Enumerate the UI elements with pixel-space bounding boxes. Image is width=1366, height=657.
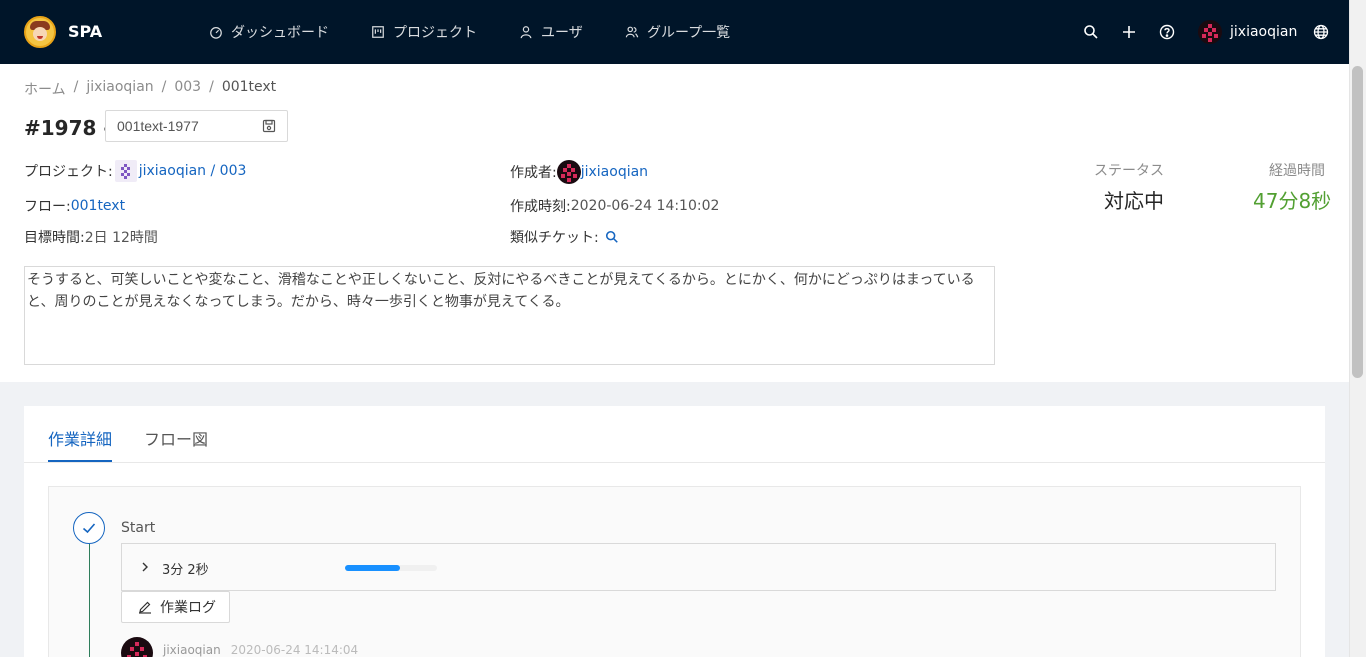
target-time-value: 2日 12時間 xyxy=(84,230,158,246)
created-value: 2020-06-24 14:10:02 xyxy=(570,198,720,214)
search-icon[interactable] xyxy=(605,230,619,244)
target-time-label: 目標時間: xyxy=(24,230,85,246)
breadcrumb: ホーム / jixiaoqian/ 003/ 001text xyxy=(24,79,277,99)
work-tabs-card: 作業詳細 フロー図 Start 3分 2秒 作業ログ jixiaoqian 20… xyxy=(24,406,1325,657)
chevron-right-icon xyxy=(142,562,148,572)
tab-bar: 作業詳細 フロー図 xyxy=(24,406,1325,463)
breadcrumb-project[interactable]: 003 xyxy=(174,79,201,99)
user-menu[interactable]: jixiaoqian xyxy=(1198,20,1297,44)
help-button[interactable] xyxy=(1157,22,1177,42)
tab-flow-diagram[interactable]: フロー図 xyxy=(144,426,208,450)
description-textarea[interactable]: そうすると、可笑しいことや変なこと、滑稽なことや正しくないこと、反対にやるべきこ… xyxy=(24,266,995,365)
workflow-steps: Start 3分 2秒 作業ログ jixiaoqian 2020-06-24 1… xyxy=(48,486,1301,657)
ticket-title-input[interactable] xyxy=(105,110,288,142)
project-icon xyxy=(372,26,384,38)
status-value: 対応中 xyxy=(1104,189,1164,213)
brand-name[interactable]: SPA xyxy=(68,22,102,41)
nav-group-label: グループ一覧 xyxy=(647,25,731,41)
nav-user[interactable]: ユーザ xyxy=(519,22,583,42)
flow-link[interactable]: 001text xyxy=(71,198,125,214)
log-entry: jixiaoqian 2020-06-24 14:14:04 xyxy=(121,637,358,657)
nav-project-label: プロジェクト xyxy=(393,25,477,41)
log-avatar xyxy=(121,637,153,657)
edit-icon xyxy=(139,601,151,614)
similar-tickets-label: 類似チケット: xyxy=(510,230,599,246)
nav-group[interactable]: グループ一覧 xyxy=(625,22,730,42)
author-field: 作成者: jixiaoqian xyxy=(510,160,648,184)
created-label: 作成時刻: xyxy=(510,199,571,215)
step-progress-bar xyxy=(345,565,437,571)
project-label: プロジェクト: xyxy=(24,164,113,180)
similar-tickets-field: 類似チケット: xyxy=(510,227,619,247)
author-avatar xyxy=(556,160,581,184)
add-button[interactable] xyxy=(1119,22,1139,42)
avatar xyxy=(1198,20,1222,44)
flow-label: フロー: xyxy=(24,199,71,215)
page-scrollbar[interactable] xyxy=(1349,0,1366,657)
breadcrumb-user[interactable]: jixiaoqian xyxy=(86,79,153,99)
author-label: 作成者: xyxy=(510,165,557,181)
active-tab-indicator xyxy=(48,460,112,462)
step-title: Start xyxy=(121,520,156,536)
help-icon xyxy=(1159,24,1175,40)
app-logo[interactable] xyxy=(24,16,56,48)
scrollbar-thumb[interactable] xyxy=(1352,66,1363,378)
user-icon xyxy=(520,26,532,39)
group-icon xyxy=(625,26,639,38)
status-label: ステータス xyxy=(1094,163,1164,179)
step-progress-fill xyxy=(345,565,401,571)
language-button[interactable] xyxy=(1311,22,1331,42)
nav-dashboard-label: ダッシュボード xyxy=(231,25,329,41)
ticket-detail-panel: ホーム/ jixiaoqian/ 003/ 001text #1978 - プロ… xyxy=(0,64,1349,382)
created-field: 作成時刻: 2020-06-24 14:10:02 xyxy=(510,196,719,216)
step-duration: 3分 2秒 xyxy=(162,563,209,578)
search-button[interactable] xyxy=(1081,22,1101,42)
breadcrumb-current: 001text xyxy=(221,79,277,95)
check-icon xyxy=(82,523,96,534)
globe-icon xyxy=(1313,24,1329,40)
project-link[interactable]: jixiaoqian / 003 xyxy=(139,163,247,179)
project-avatar-icon xyxy=(114,160,137,182)
nav-user-label: ユーザ xyxy=(541,25,583,41)
log-user[interactable]: jixiaoqian xyxy=(163,643,221,657)
search-icon xyxy=(1084,25,1098,39)
plus-icon xyxy=(1123,26,1135,38)
breadcrumb-home[interactable]: ホーム xyxy=(24,79,66,99)
dashboard-icon xyxy=(210,27,222,39)
elapsed-time-label: 経過時間 xyxy=(1269,163,1325,179)
nav-project[interactable]: プロジェクト xyxy=(371,22,477,42)
project-field: プロジェクト: jixiaoqian / 003 xyxy=(24,160,246,182)
ticket-number: #1978 - xyxy=(24,116,112,140)
user-name: jixiaoqian xyxy=(1230,24,1298,40)
timeline-line xyxy=(89,544,90,657)
tab-work-details[interactable]: 作業詳細 xyxy=(48,426,112,450)
log-time: 2020-06-24 14:14:04 xyxy=(230,643,359,657)
save-icon[interactable] xyxy=(262,119,276,133)
top-navigation-bar: SPA ダッシュボード プロジェクト ユーザ グループ一覧 jixiaoqian xyxy=(0,0,1366,64)
nav-dashboard[interactable]: ダッシュボード xyxy=(209,22,329,42)
work-log-label: 作業ログ xyxy=(160,600,216,616)
flow-field: フロー: 001text xyxy=(24,196,125,216)
author-link[interactable]: jixiaoqian xyxy=(581,164,648,180)
step-complete-icon xyxy=(73,512,105,544)
step-collapse-panel[interactable]: 3分 2秒 xyxy=(121,543,1276,591)
elapsed-time-value: 47分8秒 xyxy=(1253,189,1332,213)
work-log-button[interactable]: 作業ログ xyxy=(121,591,230,623)
target-time-field: 目標時間: 2日 12時間 xyxy=(24,227,158,247)
